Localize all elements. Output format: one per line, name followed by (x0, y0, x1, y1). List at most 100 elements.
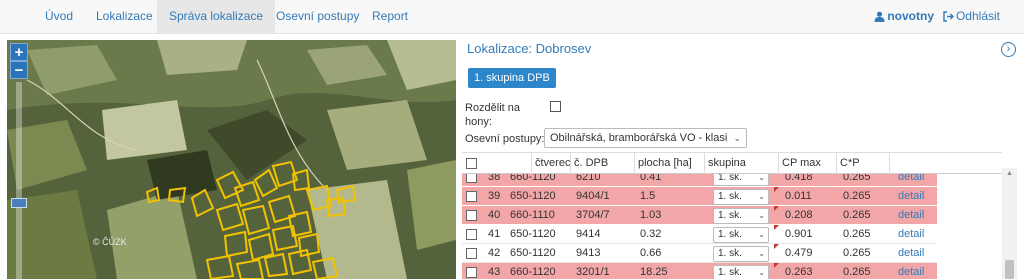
logout-link[interactable]: Odhlásit (943, 0, 1000, 34)
chevron-down-icon: ⌄ (758, 230, 765, 239)
table-row: 40 660-1110 3704/7 1.03 0.208 0.265 1. sk. ⌄ det… (462, 206, 937, 225)
chevron-right-circle-icon[interactable]: › (1001, 42, 1016, 57)
cell-row-number: 39 (488, 190, 501, 202)
user-link[interactable]: novotny (874, 0, 934, 34)
cell-cpmax: 0.901 (785, 228, 813, 240)
zoom-out-button[interactable]: − (10, 61, 28, 79)
table-header: čtverec č. DPB plocha [ha] skupina CP ma… (462, 152, 1002, 174)
nav-item-osevni-postupy[interactable]: Osevní postupy (264, 0, 371, 34)
zoom-slider-handle[interactable] (11, 198, 27, 208)
top-navbar: Úvod Lokalizace Správa lokalizace Osevní… (0, 0, 1024, 34)
cell-marker-icon (774, 244, 779, 249)
cell-plocha: 18.25 (640, 266, 668, 278)
row-group-select[interactable]: 1. sk. ⌄ (713, 265, 769, 279)
header-skupina[interactable]: skupina (704, 153, 778, 174)
detail-link[interactable]: detail (898, 187, 924, 206)
cell-plocha: 0.32 (640, 228, 662, 240)
cell-row-number: 42 (488, 247, 501, 259)
cell-cp: 0.265 (843, 266, 871, 278)
cell-marker-icon (774, 187, 779, 192)
chevron-down-icon: ⌄ (758, 268, 765, 277)
nav-item-sprava-lokalizace[interactable]: Správa lokalizace (157, 0, 276, 34)
row-group-select[interactable]: 1. sk. ⌄ (713, 227, 769, 243)
logout-icon (943, 11, 954, 22)
row-group-value: 1. sk. (718, 229, 742, 240)
row-checkbox[interactable] (466, 248, 477, 259)
cell-row-number: 43 (488, 266, 501, 278)
cell-row-number: 41 (488, 228, 501, 240)
cell-cpmax: 0.011 (785, 190, 812, 202)
cell-ctverec: 660-1110 (510, 209, 555, 221)
satellite-imagery (7, 40, 456, 279)
zoom-in-button[interactable]: + (10, 43, 28, 61)
chevron-down-icon: ⌄ (758, 192, 765, 201)
row-checkbox[interactable] (466, 210, 477, 221)
chevron-down-icon: ⌄ (733, 133, 741, 143)
split-checkbox[interactable] (550, 101, 561, 112)
row-group-value: 1. sk. (718, 248, 742, 259)
table-scrollbar[interactable]: ▲ (1002, 168, 1017, 279)
detail-link[interactable]: detail (898, 244, 924, 263)
cell-ctverec: 650-1120 (510, 247, 556, 259)
row-group-value: 1. sk. (718, 191, 742, 202)
cell-row-number: 40 (488, 209, 501, 221)
cell-marker-icon (774, 263, 779, 268)
cell-cp: 0.265 (843, 247, 871, 259)
select-all-checkbox[interactable] (466, 158, 477, 169)
cell-ctverec: 650-1120 (510, 190, 556, 202)
nav-item-report[interactable]: Report (360, 0, 420, 34)
cell-cpmax: 0.208 (785, 209, 813, 221)
cell-ctverec: 650-1120 (510, 228, 556, 240)
header-plocha[interactable]: plocha [ha] (634, 153, 704, 174)
header-cpmax[interactable]: CP max (778, 153, 836, 174)
row-group-select[interactable]: 1. sk. ⌄ (713, 246, 769, 262)
scroll-up-icon[interactable]: ▲ (1002, 168, 1017, 180)
row-checkbox[interactable] (466, 191, 477, 202)
panel-title: Lokalizace: Dobrosev (467, 41, 592, 56)
table-row: 39 650-1120 9404/1 1.5 0.011 0.265 1. sk. ⌄ deta… (462, 187, 937, 206)
table-row: 41 650-1120 9414 0.32 0.901 0.265 1. sk. ⌄ detai… (462, 225, 937, 244)
logout-label: Odhlásit (955, 9, 1000, 23)
cell-plocha: 1.5 (640, 190, 656, 202)
split-label: Rozdělit na hony: (465, 102, 521, 128)
row-group-select[interactable]: 1. sk. ⌄ (713, 208, 769, 224)
cell-marker-icon (774, 225, 779, 230)
detail-link[interactable]: detail (898, 206, 924, 225)
header-select-all[interactable] (462, 153, 484, 174)
row-group-value: 1. sk. (718, 267, 742, 278)
cell-cp: 0.265 (843, 190, 871, 202)
scroll-thumb[interactable] (1005, 260, 1014, 279)
cell-plocha: 0.66 (640, 247, 662, 259)
row-group-value: 1. sk. (718, 210, 742, 221)
cell-dpb: 3201/1 (576, 266, 610, 278)
row-checkbox[interactable] (466, 229, 477, 240)
table-row: 43 660-1120 3201/1 18.25 0.263 0.265 1. sk. ⌄ de… (462, 263, 937, 279)
user-icon (874, 11, 885, 22)
row-checkbox[interactable] (466, 267, 477, 278)
cell-cp: 0.265 (843, 228, 871, 240)
cell-cp: 0.265 (843, 209, 871, 221)
detail-link[interactable]: detail (898, 263, 924, 279)
cell-dpb: 9414 (576, 228, 601, 240)
cell-dpb: 9413 (576, 247, 601, 259)
cell-ctverec: 660-1120 (510, 266, 556, 278)
cell-marker-icon (774, 206, 779, 211)
chevron-down-icon: ⌄ (758, 249, 765, 258)
header-dpb[interactable]: č. DPB (570, 153, 634, 174)
nav-item-uvod[interactable]: Úvod (33, 0, 85, 34)
header-cp[interactable]: C*P (836, 153, 889, 174)
table-body: 38 660-1120 6210 0.41 0.418 0.265 1. sk. ⌄ detai… (462, 168, 937, 279)
row-group-select[interactable]: 1. sk. ⌄ (713, 189, 769, 205)
map-watermark: © ČÚZK (93, 237, 127, 247)
detail-link[interactable]: detail (898, 225, 924, 244)
localization-panel: Lokalizace: Dobrosev › 1. skupina DPB Ro… (462, 34, 1024, 279)
map-view[interactable]: + − © ČÚZK (7, 40, 456, 279)
nav-item-lokalizace[interactable]: Lokalizace (84, 0, 165, 34)
zoom-slider-rail[interactable] (16, 82, 22, 279)
cell-cpmax: 0.263 (785, 266, 813, 278)
sowing-select[interactable]: Obilnářská, bramborářská VO - klasi ⌄ (544, 128, 747, 148)
parcel-table: 38 660-1120 6210 0.41 0.418 0.265 1. sk. ⌄ detai… (462, 152, 1017, 279)
cell-plocha: 1.03 (640, 209, 662, 221)
user-name: novotny (887, 9, 934, 23)
group-dpb-button[interactable]: 1. skupina DPB (468, 68, 556, 88)
